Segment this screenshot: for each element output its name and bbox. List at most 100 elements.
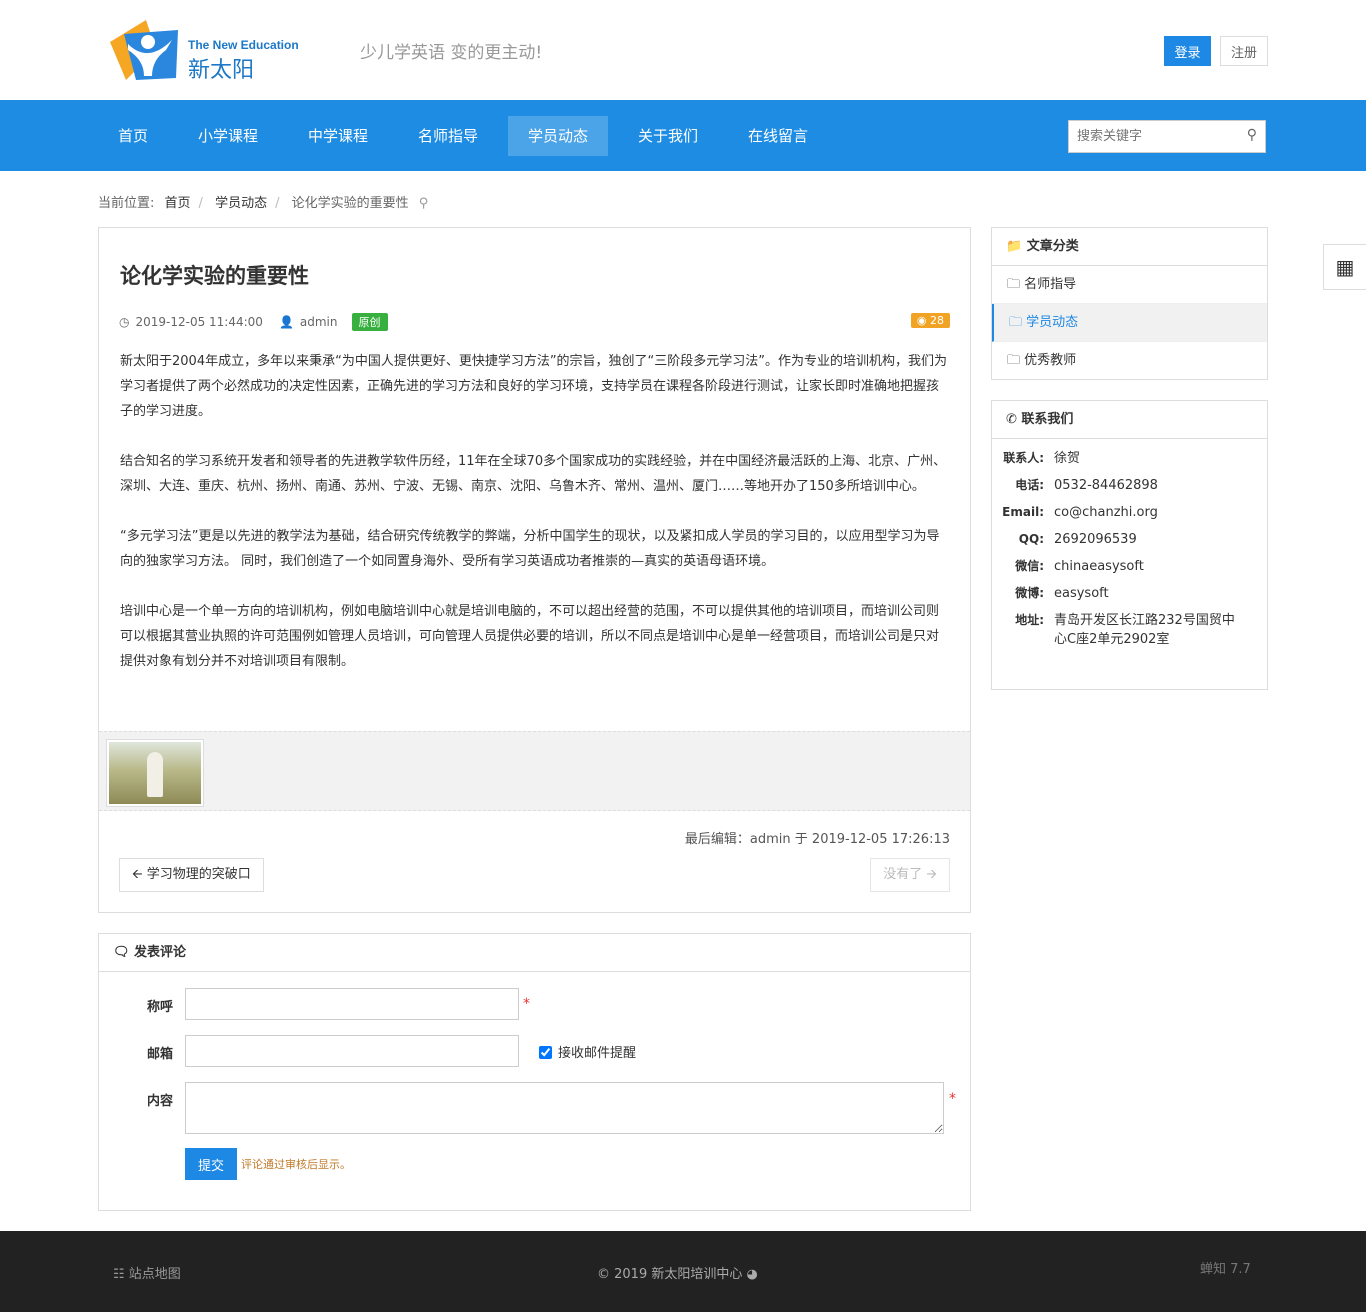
- paragraph: 结合知名的学习系统开发者和领导者的先进教学软件历经，11年在全球70多个国家成功…: [120, 454, 947, 494]
- required-mark: *: [523, 996, 530, 1012]
- contact-row: Email: co@chanzhi.org: [992, 503, 1267, 522]
- contact-key: 微博:: [1015, 586, 1044, 600]
- contact-row: 微博: easysoft: [992, 584, 1267, 603]
- contact-value: 2692096539: [1054, 532, 1137, 547]
- category-header: 📁 文章分类: [992, 228, 1267, 266]
- contact-key: 地址:: [1015, 613, 1044, 627]
- footer: ☷ 站点地图 © 2019 新太阳培训中心 ◕ 蝉知 7.7: [0, 1231, 1366, 1312]
- contact-row: 电话: 0532-84462898: [992, 476, 1267, 495]
- nav-message[interactable]: 在线留言: [728, 116, 828, 156]
- category-title: 文章分类: [1026, 239, 1079, 254]
- article-content: 新太阳于2004年成立，多年以来秉承“为中国人提供更好、更快捷学习方法”的宗旨，…: [120, 349, 950, 699]
- powered-by[interactable]: 蝉知 7.7: [1200, 1258, 1251, 1277]
- logo-icon: [110, 20, 178, 80]
- article-panel: 论化学实验的重要性 ◷ 2019-12-05 11:44:00 👤 admin …: [98, 227, 971, 913]
- category-panel: 📁 文章分类 🗀 名师指导 🗀 学员动态 🗀 优秀教师: [991, 227, 1268, 380]
- contact-row: QQ: 2692096539: [992, 530, 1267, 549]
- name-input[interactable]: [185, 988, 519, 1020]
- article-date: 2019-12-05 11:44:00: [135, 315, 263, 329]
- contact-title: 联系我们: [1021, 412, 1074, 427]
- slogan: 少儿学英语 变的更主动!: [360, 43, 543, 63]
- article-title: 论化学实验的重要性: [120, 264, 309, 288]
- email-input[interactable]: [185, 1035, 519, 1067]
- sitemap-label: 站点地图: [128, 1267, 181, 1282]
- contact-key: 联系人:: [1003, 451, 1044, 465]
- contact-key: QQ:: [1018, 532, 1044, 546]
- sitemap-link[interactable]: ☷ 站点地图: [113, 1263, 181, 1282]
- category-item[interactable]: 🗀 名师指导: [992, 266, 1267, 304]
- comment-title: 发表评论: [134, 945, 187, 960]
- breadcrumb-label: 当前位置:: [98, 196, 155, 211]
- nav-primary-courses[interactable]: 小学课程: [178, 116, 278, 156]
- required-mark: *: [949, 1091, 956, 1107]
- contact-header: ✆ 联系我们: [992, 401, 1267, 439]
- location-icon: ⚲: [418, 196, 429, 211]
- notify-label-text: 接收邮件提醒: [558, 1046, 637, 1061]
- nav-about[interactable]: 关于我们: [618, 116, 718, 156]
- contact-value: easysoft: [1054, 586, 1109, 601]
- main-nav: 首页 小学课程 中学课程 名师指导 学员动态 关于我们 在线留言 ⚲: [0, 100, 1366, 171]
- views-count: 28: [930, 314, 944, 327]
- contact-list: 联系人: 徐贺 电话: 0532-84462898 Email: co@chanzhi…: [992, 449, 1267, 657]
- category-label: 优秀教师: [1024, 353, 1077, 368]
- comment-icon: 🗨: [113, 945, 135, 960]
- contact-key: 电话:: [1015, 478, 1044, 492]
- contact-email[interactable]: co@chanzhi.org: [1054, 503, 1244, 522]
- dashboard-icon[interactable]: ◕: [747, 1267, 758, 1282]
- article-meta: ◷ 2019-12-05 11:44:00 👤 admin 原创: [119, 313, 388, 331]
- search-icon[interactable]: ⚲: [1247, 127, 1257, 143]
- search-box: ⚲: [1068, 120, 1266, 153]
- comment-panel: 🗨 发表评论 称呼 * 邮箱 接收邮件提醒 内容 * 提交 评论通过审核后显示。: [98, 933, 971, 1211]
- email-label: 邮箱: [147, 1047, 174, 1062]
- sitemap-icon: ☷: [113, 1267, 129, 1282]
- article-image-thumbnail[interactable]: [106, 739, 204, 807]
- views-badge: ◉ 28: [910, 313, 950, 328]
- content-textarea[interactable]: [185, 1082, 944, 1134]
- last-edit-info: 最后编辑：admin 于 2019-12-05 17:26:13: [684, 832, 950, 847]
- contact-key: Email:: [1002, 505, 1044, 519]
- contact-value: 徐贺: [1054, 451, 1081, 466]
- nav-teacher-guidance[interactable]: 名师指导: [398, 116, 498, 156]
- arrow-right-icon: 🡪: [922, 867, 937, 882]
- category-item[interactable]: 🗀 优秀教师: [992, 342, 1267, 380]
- breadcrumb-home[interactable]: 首页: [165, 196, 191, 211]
- copyright: © 2019 新太阳培训中心 ◕: [597, 1263, 758, 1282]
- contact-row: 微信: chinaeasysoft: [992, 557, 1267, 576]
- paragraph: 新太阳于2004年成立，多年以来秉承“为中国人提供更好、更快捷学习方法”的宗旨，…: [120, 354, 948, 419]
- paragraph: 培训中心是一个单一方向的培训机构，例如电脑培训中心就是培训电脑的，不可以超出经营…: [120, 604, 940, 669]
- logo[interactable]: The New Education 新太阳: [106, 20, 306, 83]
- register-button[interactable]: 注册: [1220, 36, 1268, 66]
- login-button[interactable]: 登录: [1164, 36, 1211, 66]
- notify-checkbox[interactable]: [539, 1046, 552, 1059]
- phone-icon: ✆: [1006, 412, 1022, 427]
- folder-open-icon: 🗀: [1009, 315, 1027, 330]
- logo-text-cn: 新太阳: [188, 58, 255, 83]
- header: The New Education 新太阳 少儿学英语 变的更主动! 登录 注册: [0, 0, 1366, 100]
- nav-middle-courses[interactable]: 中学课程: [288, 116, 388, 156]
- original-badge: 原创: [351, 313, 388, 331]
- contact-value: 青岛开发区长江路232号国贸中心C座2单元2902室: [1054, 613, 1235, 647]
- name-label: 称呼: [147, 1000, 174, 1015]
- content-label: 内容: [147, 1094, 174, 1109]
- arrow-left-icon: 🡨: [132, 867, 147, 882]
- user-icon: 👤: [278, 315, 294, 329]
- article-author: admin: [299, 315, 338, 329]
- prev-article-button[interactable]: 🡨 学习物理的突破口: [119, 858, 264, 892]
- paragraph: “多元学习法”更是以先进的教学法为基础，结合研究传统教学的弊端，分析中国学生的现…: [120, 529, 940, 569]
- submit-button[interactable]: 提交: [185, 1148, 237, 1180]
- category-item[interactable]: 🗀 学员动态: [992, 304, 1267, 342]
- contact-value: 0532-84462898: [1054, 478, 1158, 493]
- folder-icon: 📁: [1006, 239, 1027, 254]
- prev-article-title: 学习物理的突破口: [146, 867, 251, 882]
- copyright-text: © 2019 新太阳培训中心: [597, 1267, 743, 1282]
- image-gallery: [99, 731, 970, 811]
- breadcrumb-category[interactable]: 学员动态: [215, 196, 267, 211]
- qrcode-icon[interactable]: ▦: [1323, 244, 1366, 290]
- nav-student-news[interactable]: 学员动态: [508, 116, 609, 156]
- search-input[interactable]: [1069, 121, 1229, 152]
- next-article-button[interactable]: 没有了 🡪: [870, 858, 950, 892]
- review-hint: 评论通过审核后显示。: [241, 1158, 351, 1171]
- notify-checkbox-label[interactable]: 接收邮件提醒: [539, 1042, 636, 1061]
- comment-header: 🗨 发表评论: [99, 934, 970, 972]
- nav-home[interactable]: 首页: [98, 116, 168, 156]
